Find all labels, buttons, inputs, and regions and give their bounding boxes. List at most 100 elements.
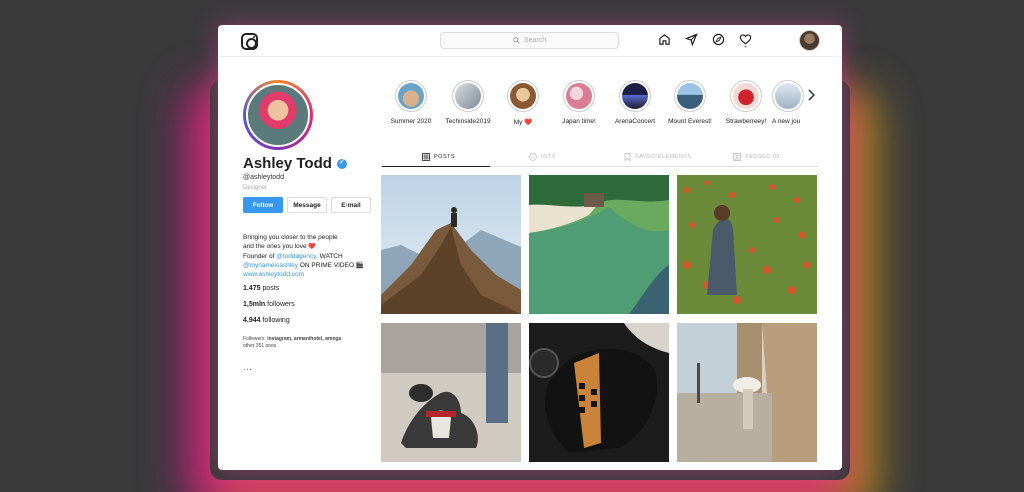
following-stat[interactable]: 4.944 following — [243, 317, 290, 324]
story-highlight-item[interactable]: Strawberreey! — [716, 80, 776, 125]
tab-tagged-in-label: TAGGED IN — [745, 154, 780, 160]
followed-by-note[interactable]: Followers: instagram, armanihotel, omega… — [243, 336, 341, 350]
story-ring — [674, 80, 706, 112]
tab-posts-label: POSTS — [434, 154, 456, 160]
tab-tagged-in[interactable]: TAGGED IN — [733, 153, 779, 161]
tagged-icon — [733, 153, 741, 161]
nav-icons — [658, 33, 752, 48]
profile-actions: Follow Message E-mail — [243, 197, 371, 213]
story-ring — [563, 80, 595, 112]
post-dog-leash-image — [381, 323, 521, 462]
story-thumbnail — [510, 83, 536, 109]
search-placeholder: Search — [523, 37, 547, 44]
post-tile[interactable] — [677, 175, 817, 314]
post-tile[interactable] — [381, 175, 521, 314]
bio-line-3-suffix: . WATCH — [315, 253, 343, 260]
instagram-logo-icon[interactable] — [241, 33, 258, 50]
post-motorcycle-tank-image — [529, 323, 669, 462]
tab-igtv-label: IGTV — [541, 154, 556, 160]
toddagency-link[interactable]: @toddagency — [276, 253, 316, 260]
post-tile[interactable] — [677, 323, 817, 462]
chevron-right-icon[interactable] — [807, 89, 815, 101]
story-ring — [507, 80, 539, 112]
tab-igtv[interactable]: IGTV — [529, 153, 556, 161]
activity-heart-icon[interactable] — [739, 33, 752, 48]
story-highlight-item[interactable]: My ❤️ — [493, 80, 553, 126]
story-label: A new jou — [772, 118, 801, 125]
following-count: 4.944 — [243, 317, 261, 324]
heart-emoji: ❤️ — [308, 244, 316, 250]
story-highlight-item[interactable]: A new jou — [772, 80, 812, 125]
instagram-window: Search Ashley Todd @ashleytodd Designer … — [218, 25, 842, 470]
message-button[interactable]: Message — [287, 197, 327, 213]
bio-line-3: Founder of @toddagency. WATCH — [243, 252, 383, 261]
profile-role: Designer — [243, 185, 268, 191]
story-ring — [772, 80, 804, 112]
user-avatar-button[interactable] — [799, 30, 820, 51]
posts-stat[interactable]: 1.475 posts — [243, 285, 279, 292]
story-thumbnail — [398, 83, 424, 109]
home-icon[interactable] — [658, 33, 671, 46]
profile-bio: Bringing you closer to the people and th… — [243, 233, 383, 279]
bio-line-2: and the ones you love ❤️ — [243, 242, 383, 252]
direct-send-icon[interactable] — [685, 33, 698, 46]
email-button[interactable]: E-mail — [331, 197, 371, 213]
search-input[interactable]: Search — [440, 32, 619, 49]
story-ring — [619, 80, 651, 112]
profile-name: Ashley Todd — [243, 155, 347, 172]
followed-by-names: instagram, armanihotel, omega — [267, 336, 342, 342]
story-highlight-item[interactable]: ArenaConcert — [605, 80, 665, 125]
post-hiker-mountain-image — [381, 175, 521, 314]
follow-button[interactable]: Follow — [243, 197, 283, 213]
story-highlight-item[interactable]: Summer 2020 — [381, 80, 441, 125]
post-street-umbrella-image — [677, 323, 817, 462]
active-tab-indicator — [382, 166, 490, 167]
post-tile[interactable] — [381, 323, 521, 462]
tab-posts[interactable]: POSTS — [422, 153, 455, 161]
more-options[interactable]: ... — [243, 363, 253, 372]
search-icon — [513, 37, 520, 44]
profile-picture[interactable] — [243, 80, 313, 150]
profile-name-text: Ashley Todd — [243, 155, 332, 172]
post-aerial-coast-image — [529, 175, 669, 314]
story-highlight-item[interactable]: Mount Everest! — [660, 80, 720, 125]
bio-line-2-text: and the ones you love — [243, 243, 307, 250]
bio-line-3-prefix: Founder of — [243, 253, 277, 260]
story-thumbnail — [677, 83, 703, 109]
post-tile[interactable] — [529, 175, 669, 314]
bio-line-4: @mynameisashley ON PRIME VIDEO 🎬 — [243, 261, 383, 270]
followed-by-others: other 351 ones — [243, 343, 277, 349]
followers-stat[interactable]: 1,5mln followers — [243, 301, 295, 308]
website-link[interactable]: www.ashleytodd.com — [243, 270, 383, 279]
story-ring — [452, 80, 484, 112]
mynameisashley-link[interactable]: @mynameisashley — [243, 262, 298, 269]
grid-icon — [422, 153, 430, 161]
story-label: Japan time! — [562, 118, 596, 125]
post-poppy-field-image — [677, 175, 817, 314]
followers-count: 1,5mln — [243, 301, 266, 308]
profile-tabs: POSTS IGTV SAVED ELEMENTS TAGGED IN — [382, 147, 818, 167]
story-label: ArenaConcert — [614, 118, 656, 125]
story-label: Techinside2019 — [445, 118, 491, 125]
story-thumbnail — [455, 83, 481, 109]
story-label: Strawberreey! — [725, 118, 767, 125]
following-label: following — [262, 317, 290, 324]
bio-line-1: Bringing you closer to the people — [243, 234, 338, 241]
igtv-icon — [529, 153, 537, 161]
followed-by-prefix: Followers: — [243, 336, 268, 342]
bookmark-icon — [624, 153, 631, 161]
tab-saved-elements[interactable]: SAVED ELEMENTS — [624, 153, 691, 161]
story-label: My ❤️ — [513, 119, 533, 126]
story-highlight-item[interactable]: Techinside2019 — [438, 80, 498, 125]
story-ring — [730, 80, 762, 112]
followers-label: followers — [267, 301, 295, 308]
posts-label: posts — [262, 285, 280, 292]
explore-compass-icon[interactable] — [712, 33, 725, 46]
story-highlight-item[interactable]: Japan time! — [549, 80, 609, 125]
story-label: Mount Everest! — [668, 118, 712, 125]
post-tile[interactable] — [529, 323, 669, 462]
profile-photo — [246, 83, 310, 147]
tab-saved-elements-label: SAVED ELEMENTS — [635, 154, 692, 160]
story-label: Summer 2020 — [390, 118, 432, 125]
verified-badge-icon — [336, 158, 347, 169]
